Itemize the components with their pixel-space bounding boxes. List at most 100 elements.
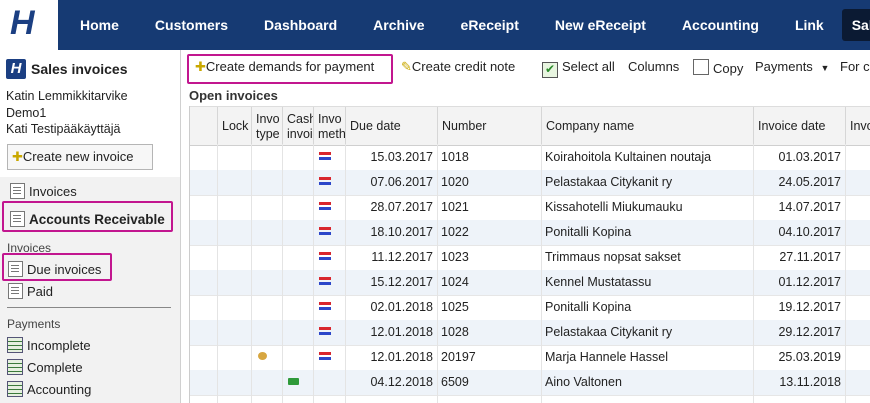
cell-invoice-date: 13.11.2018 xyxy=(779,375,841,389)
sidebar-item-label: Paid xyxy=(27,284,54,299)
cell-number: 1023 xyxy=(441,250,469,264)
highlight-create-demands xyxy=(187,54,393,84)
top-navigation: H Home Customers Dashboard Archive eRece… xyxy=(0,0,870,50)
payments-dropdown[interactable]: Payments ▼ xyxy=(755,59,829,74)
header-invoice-type[interactable]: Invo type xyxy=(251,107,283,145)
nav-home[interactable]: Home xyxy=(62,0,137,50)
sidebar-item-accounting[interactable]: Accounting xyxy=(7,381,91,397)
copy-icon xyxy=(693,59,709,75)
nav-archive[interactable]: Archive xyxy=(355,0,442,50)
cell-company-name: Aino Valtonen xyxy=(545,375,622,389)
copy-button[interactable]: Copy xyxy=(693,59,743,76)
header-lock[interactable]: Lock xyxy=(217,107,252,145)
table-row[interactable]: 15.03.2017 1018 Koirahoitola Kultainen nou… xyxy=(190,145,870,171)
transfer-arrows-icon xyxy=(319,327,331,337)
cell-due-date: 15.03.2017 xyxy=(370,150,433,164)
create-credit-note-button[interactable]: ✎Create credit note xyxy=(401,59,515,75)
select-all-label: Select all xyxy=(562,59,615,74)
cell-number: 1028 xyxy=(441,325,469,339)
column-divider xyxy=(282,144,283,403)
checkbox-icon: ✔ xyxy=(542,62,558,78)
cell-number: 1022 xyxy=(441,225,469,239)
transfer-arrows-icon xyxy=(319,152,331,162)
header-label: Invoice date xyxy=(758,119,826,133)
header-label: Invo xyxy=(850,119,870,133)
coin-icon xyxy=(258,352,267,360)
nav-dashboard[interactable]: Dashboard xyxy=(246,0,355,50)
highlight-accounts-receivable xyxy=(2,201,173,232)
grid-icon xyxy=(7,381,23,397)
copy-label: Copy xyxy=(713,61,744,76)
header-label: Number xyxy=(442,119,487,133)
transfer-arrows-icon xyxy=(319,277,331,287)
cell-due-date: 02.01.2018 xyxy=(370,300,433,314)
column-divider xyxy=(313,144,314,403)
sidebar-item-incomplete[interactable]: Incomplete xyxy=(7,337,91,353)
column-divider xyxy=(437,144,438,403)
column-divider xyxy=(217,144,218,403)
nav-accounting[interactable]: Accounting xyxy=(664,0,777,50)
cell-company-name: Ponitalli Kopina xyxy=(545,225,632,239)
header-number[interactable]: Number xyxy=(437,107,542,145)
cell-number: 1021 xyxy=(441,200,469,214)
sidebar-item-paid[interactable]: Paid xyxy=(8,283,53,299)
header-invoice-date[interactable]: Invoice date xyxy=(753,107,846,145)
table-row[interactable]: 28.07.2017 1021 Kissahotelli Miukumauku 14.… xyxy=(190,195,870,221)
header-company-name[interactable]: Company name xyxy=(541,107,754,145)
sidebar-item-label: Accounting xyxy=(27,382,92,397)
grid-icon xyxy=(7,359,23,375)
cell-company-name: Ponitalli Kopina xyxy=(545,300,632,314)
cell-due-date: 28.07.2017 xyxy=(370,200,433,214)
table-row[interactable]: 07.06.2017 1020 Pelastakaa Citykanit ry 24.… xyxy=(190,170,870,196)
header-invoice-method[interactable]: Invo meth xyxy=(313,107,346,145)
sidebar-header: H Sales invoices Katin Lemmikkitarvike D… xyxy=(0,50,180,177)
nav-new-ereceipt[interactable]: New eReceipt xyxy=(537,0,664,50)
cell-invoice-date: 25.03.2019 xyxy=(778,350,841,364)
select-all-button[interactable]: ✔ Select all xyxy=(542,59,615,78)
transfer-arrows-icon xyxy=(319,252,331,262)
table-row[interactable]: 11.12.2017 1023 Trimmaus nopsat sakset 27.1… xyxy=(190,245,870,271)
cell-number: 1025 xyxy=(441,300,469,314)
table-row[interactable]: 12.01.2018 20197 Marja Hannele Hassel 25.03… xyxy=(190,345,870,371)
credit-note-icon: ✎ xyxy=(401,59,412,74)
column-divider xyxy=(345,144,346,403)
columns-button[interactable]: Columns xyxy=(628,59,679,74)
cell-due-date: 11.12.2017 xyxy=(371,250,433,264)
nav-ereceipt[interactable]: eReceipt xyxy=(443,0,537,50)
create-new-invoice-label: Create new invoice xyxy=(22,149,134,164)
header-due-date[interactable]: Due date xyxy=(345,107,438,145)
cell-company-name: Trimmaus nopsat sakset xyxy=(545,250,681,264)
table-row[interactable]: 12.01.2018 1028 Pelastakaa Citykanit ry 29.… xyxy=(190,320,870,346)
cell-due-date: 12.01.2018 xyxy=(370,350,433,364)
nav-customers[interactable]: Customers xyxy=(137,0,246,50)
app-logo[interactable]: H xyxy=(0,0,58,50)
logo-h-icon: H xyxy=(10,4,35,42)
create-new-invoice-button[interactable]: ✚Create new invoice xyxy=(7,144,153,170)
table-row[interactable]: 04.12.2018 6509 Aino Valtonen 13.11.2018 xyxy=(190,370,870,396)
environment-name: Demo1 xyxy=(6,106,47,120)
cell-number: 6509 xyxy=(441,375,469,389)
cell-company-name: Koirahoitola Kultainen noutaja xyxy=(545,150,712,164)
grid-title: Open invoices xyxy=(189,88,278,103)
nav-link[interactable]: Link xyxy=(777,0,842,50)
table-row[interactable]: 18.10.2017 1022 Ponitalli Kopina 04.10.2017 xyxy=(190,220,870,246)
cell-number: 1020 xyxy=(441,175,469,189)
sidebar-item-complete[interactable]: Complete xyxy=(7,359,83,375)
nav-sales-invoices[interactable]: Sales i xyxy=(841,9,870,41)
cell-company-name: Marja Hannele Hassel xyxy=(545,350,668,364)
cell-invoice-date: 19.12.2017 xyxy=(778,300,841,314)
highlight-due-invoices xyxy=(2,253,112,281)
header-cash-invoice[interactable]: Cash invoi xyxy=(282,107,314,145)
header-label: Company name xyxy=(546,119,635,133)
user-name: Kati Testipääkäyttäjä xyxy=(6,122,121,136)
sidebar-item-invoices[interactable]: Invoices xyxy=(10,183,77,199)
table-row[interactable]: 15.12.2017 1024 Kennel Mustatassu 01.12.201… xyxy=(190,270,870,296)
table-row[interactable]: 02.01.2018 1025 Ponitalli Kopina 19.12.2017 xyxy=(190,295,870,321)
header-label: Invo type xyxy=(256,112,280,141)
chevron-down-icon: ▼ xyxy=(820,63,830,73)
grid-icon xyxy=(7,337,23,353)
more-button[interactable]: For c xyxy=(840,59,870,74)
star-icon: ✚ xyxy=(12,149,23,164)
header-more[interactable]: Invo xyxy=(845,107,870,145)
create-credit-label: Create credit note xyxy=(411,59,516,74)
